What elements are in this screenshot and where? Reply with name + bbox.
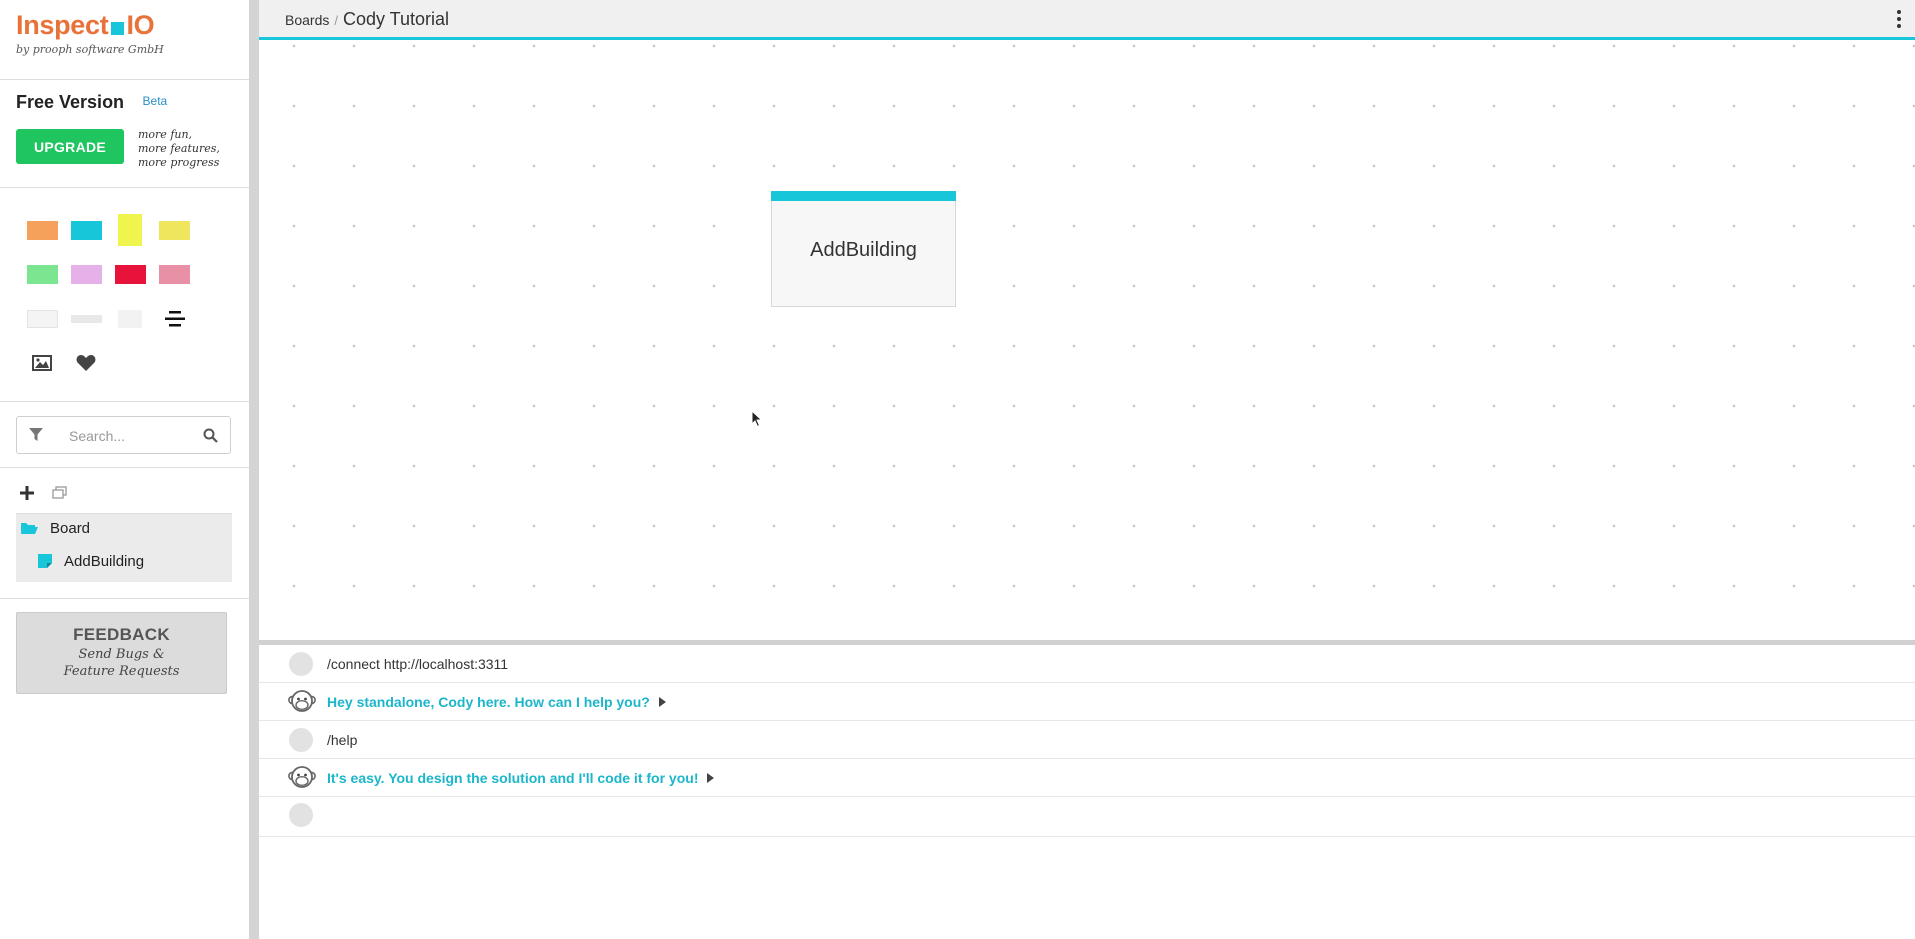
- console-row: Hey standalone, Cody here. How can I hel…: [259, 683, 1915, 721]
- sticky-color-bar: [771, 191, 956, 201]
- logo[interactable]: Inspect IO by prooph software GmbH: [0, 0, 249, 80]
- sticky-lilac[interactable]: [71, 265, 102, 284]
- logo-wordmark: Inspect IO: [16, 10, 249, 41]
- search-panel: [0, 402, 249, 468]
- search-input[interactable]: [69, 426, 199, 446]
- align-center-icon[interactable]: [164, 308, 186, 330]
- tree-item-addbuilding[interactable]: AddBuilding: [38, 547, 144, 575]
- element-palette: [0, 188, 249, 402]
- logo-square-icon: [111, 22, 125, 35]
- sticky-label: AddBuilding: [810, 239, 917, 261]
- command-sticky-note[interactable]: AddBuilding: [771, 191, 956, 307]
- add-icon[interactable]: [20, 486, 34, 505]
- board-canvas[interactable]: AddBuilding: [259, 43, 1915, 640]
- free-text-element[interactable]: [118, 310, 142, 328]
- mouse-cursor-icon: [751, 410, 763, 428]
- beta-badge: Beta: [142, 94, 168, 108]
- tree-item-board[interactable]: Board: [20, 514, 90, 542]
- feedback-button[interactable]: FEEDBACK Send Bugs & Feature Requests: [16, 612, 227, 694]
- user-avatar: [289, 803, 313, 827]
- console-command: /connect http://localhost:3311: [327, 656, 509, 672]
- board-title: Cody Tutorial: [342, 9, 450, 29]
- cody-console: /connect http://localhost:3311 Hey stand…: [259, 645, 1915, 939]
- cody-reply[interactable]: It's easy. You design the solution and I…: [327, 770, 715, 786]
- user-avatar: [289, 728, 313, 752]
- search-box: [16, 416, 231, 454]
- element-tree: Board AddBuilding: [0, 468, 249, 599]
- heart-icon[interactable]: [75, 352, 97, 374]
- breadcrumb-boards-link[interactable]: Boards: [285, 12, 329, 28]
- plan-panel: Free Version Beta UPGRADE more fun, more…: [0, 80, 249, 188]
- expand-caret-icon[interactable]: [658, 697, 666, 707]
- text-line-element[interactable]: [71, 315, 102, 323]
- sticky-pink[interactable]: [159, 265, 190, 284]
- console-input-row[interactable]: [259, 797, 1915, 837]
- console-row: It's easy. You design the solution and I…: [259, 759, 1915, 797]
- cody-monkey-icon: [288, 766, 316, 788]
- console-input[interactable]: [327, 808, 1827, 826]
- sticky-red[interactable]: [115, 265, 146, 284]
- sticky-yellow[interactable]: [159, 221, 190, 240]
- cody-monkey-icon: [288, 690, 316, 712]
- cody-reply-text: It's easy. You design the solution and I…: [327, 770, 699, 786]
- sticky-cyan[interactable]: [71, 221, 102, 240]
- breadcrumb: Boards / Cody Tutorial: [285, 9, 449, 30]
- logo-name-part1: Inspect: [16, 10, 109, 40]
- breadcrumb-separator: /: [334, 13, 338, 28]
- upgrade-note: more fun, more features, more progress: [138, 128, 220, 169]
- filter-icon[interactable]: [29, 428, 43, 447]
- top-bar: Boards / Cody Tutorial: [259, 0, 1915, 40]
- logo-tagline: by prooph software GmbH: [16, 43, 164, 56]
- sticky-lightyellow[interactable]: [118, 214, 142, 246]
- sticky-orange[interactable]: [27, 221, 58, 240]
- tree-item-label: AddBuilding: [64, 552, 145, 570]
- tree-item-label: Board: [50, 519, 91, 537]
- search-icon[interactable]: [203, 428, 218, 448]
- console-command: /help: [327, 732, 358, 748]
- feedback-panel: FEEDBACK Send Bugs & Feature Requests: [0, 599, 249, 719]
- console-row: /connect http://localhost:3311: [259, 645, 1915, 683]
- sticky-note-icon: [38, 554, 52, 568]
- more-menu-icon[interactable]: [1895, 10, 1903, 28]
- feedback-subtitle: Send Bugs & Feature Requests: [63, 647, 180, 679]
- plan-title: Free Version: [16, 92, 125, 112]
- logo-name-part2: IO: [126, 10, 155, 40]
- sidebar-resize-handle[interactable]: [249, 0, 259, 939]
- sidebar: Inspect IO by prooph software GmbH Free V…: [0, 0, 249, 939]
- tree-list: Board AddBuilding: [16, 513, 232, 582]
- sticky-green[interactable]: [27, 265, 58, 284]
- cody-reply[interactable]: Hey standalone, Cody here. How can I hel…: [327, 694, 666, 710]
- expand-caret-icon[interactable]: [707, 773, 715, 783]
- user-avatar: [289, 652, 313, 676]
- collapse-all-icon[interactable]: [52, 486, 67, 505]
- feedback-title: FEEDBACK: [73, 625, 170, 644]
- console-row: /help: [259, 721, 1915, 759]
- folder-open-icon: [21, 523, 38, 534]
- upgrade-button[interactable]: UPGRADE: [16, 129, 124, 164]
- image-icon[interactable]: [31, 352, 53, 374]
- frame-element[interactable]: [27, 310, 58, 328]
- cody-reply-text: Hey standalone, Cody here. How can I hel…: [327, 694, 650, 710]
